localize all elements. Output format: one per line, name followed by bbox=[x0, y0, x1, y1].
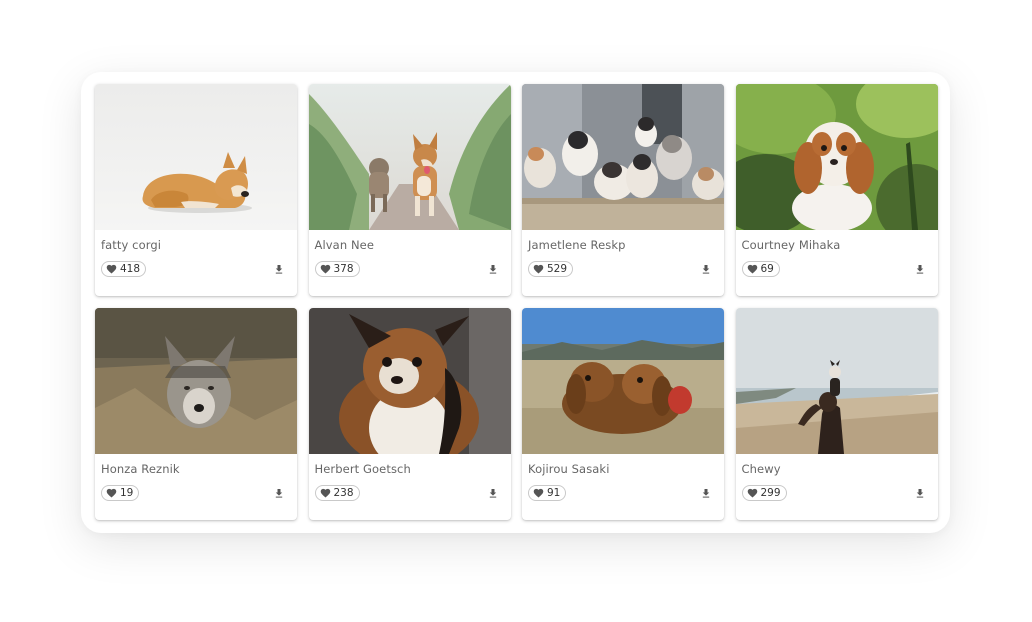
download-icon[interactable] bbox=[487, 263, 499, 275]
download-icon[interactable] bbox=[273, 487, 285, 499]
author-name: Kojirou Sasaki bbox=[528, 462, 610, 476]
photo-card[interactable]: Jametlene Reskp 529 bbox=[522, 84, 724, 296]
photo-image[interactable] bbox=[522, 308, 724, 454]
photo-card[interactable]: Herbert Goetsch 238 bbox=[308, 308, 511, 520]
author-name: Herbert Goetsch bbox=[314, 462, 411, 476]
author-name: Honza Reznik bbox=[101, 462, 180, 476]
like-count: 378 bbox=[333, 263, 354, 275]
heart-icon bbox=[106, 264, 117, 274]
download-icon[interactable] bbox=[273, 263, 285, 275]
photo-image[interactable] bbox=[95, 84, 297, 230]
photo-image[interactable] bbox=[308, 308, 511, 454]
author-name: Courtney Mihaka bbox=[741, 238, 841, 252]
author-name: Alvan Nee bbox=[314, 238, 375, 252]
heart-icon bbox=[533, 264, 544, 274]
heart-icon bbox=[106, 488, 117, 498]
heart-icon bbox=[747, 488, 758, 498]
photo-image[interactable] bbox=[735, 84, 938, 230]
download-icon[interactable] bbox=[914, 263, 926, 275]
heart-icon bbox=[747, 264, 758, 274]
author-name: Chewy bbox=[741, 462, 781, 476]
like-button[interactable]: 378 bbox=[314, 261, 360, 277]
like-button[interactable]: 418 bbox=[101, 261, 147, 277]
photo-image[interactable] bbox=[95, 308, 297, 454]
like-count: 69 bbox=[760, 263, 774, 275]
heart-icon bbox=[320, 488, 331, 498]
like-button[interactable]: 238 bbox=[314, 485, 360, 501]
photo-card[interactable]: Courtney Mihaka 69 bbox=[735, 84, 938, 296]
like-button[interactable]: 69 bbox=[741, 261, 780, 277]
like-count: 418 bbox=[120, 263, 141, 275]
photo-card[interactable]: Kojirou Sasaki 91 bbox=[522, 308, 724, 520]
heart-icon bbox=[320, 264, 331, 274]
gallery-panel: fatty corgi 418 Alvan Nee 378 Jametlene … bbox=[81, 72, 950, 533]
photo-card[interactable]: fatty corgi 418 bbox=[95, 84, 297, 296]
photo-image[interactable] bbox=[522, 84, 724, 230]
like-count: 529 bbox=[547, 263, 568, 275]
photo-image[interactable] bbox=[735, 308, 938, 454]
download-icon[interactable] bbox=[914, 487, 926, 499]
author-name: fatty corgi bbox=[101, 238, 162, 252]
like-button[interactable]: 529 bbox=[528, 261, 574, 277]
like-count: 91 bbox=[547, 487, 561, 499]
photo-grid: fatty corgi 418 Alvan Nee 378 Jametlene … bbox=[95, 84, 938, 520]
download-icon[interactable] bbox=[700, 487, 712, 499]
author-name: Jametlene Reskp bbox=[528, 238, 626, 252]
heart-icon bbox=[533, 488, 544, 498]
download-icon[interactable] bbox=[700, 263, 712, 275]
photo-card[interactable]: Chewy 299 bbox=[735, 308, 938, 520]
like-button[interactable]: 19 bbox=[101, 485, 140, 501]
download-icon[interactable] bbox=[487, 487, 499, 499]
like-count: 238 bbox=[333, 487, 354, 499]
like-count: 19 bbox=[120, 487, 134, 499]
photo-card[interactable]: Alvan Nee 378 bbox=[308, 84, 511, 296]
like-count: 299 bbox=[760, 487, 781, 499]
photo-image[interactable] bbox=[308, 84, 511, 230]
photo-card[interactable]: Honza Reznik 19 bbox=[95, 308, 297, 520]
like-button[interactable]: 299 bbox=[741, 485, 787, 501]
like-button[interactable]: 91 bbox=[528, 485, 567, 501]
